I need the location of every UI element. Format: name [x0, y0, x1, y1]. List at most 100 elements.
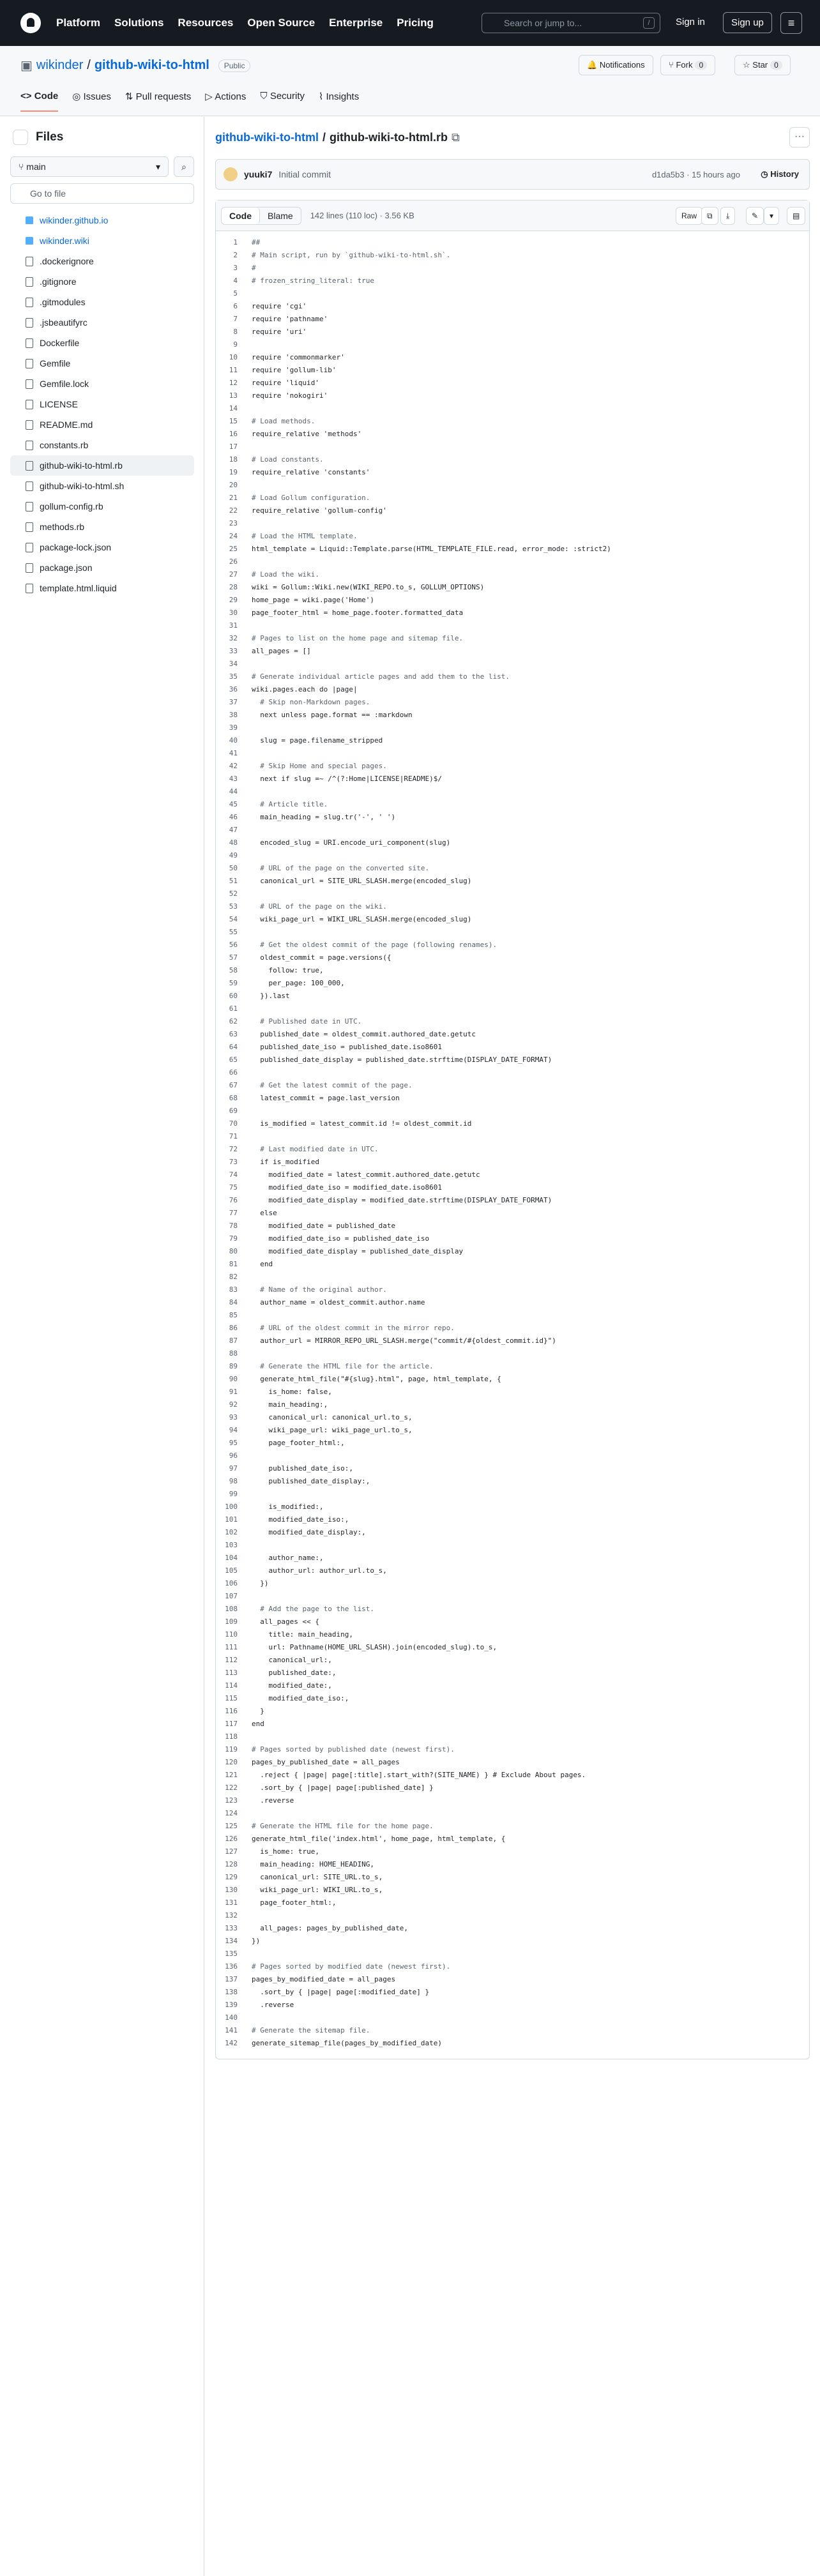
more-options-icon[interactable]: ···: [789, 127, 810, 148]
code-view-button[interactable]: Code: [222, 207, 260, 224]
line-number[interactable]: 33: [216, 645, 252, 658]
line-number[interactable]: 138: [216, 1986, 252, 1999]
line-number[interactable]: 113: [216, 1667, 252, 1679]
line-number[interactable]: 7: [216, 313, 252, 326]
sidebar-item[interactable]: template.html.liquid: [10, 578, 194, 598]
line-number[interactable]: 57: [216, 951, 252, 964]
sidebar-item[interactable]: package-lock.json: [10, 537, 194, 557]
line-number[interactable]: 58: [216, 964, 252, 977]
line-number[interactable]: 78: [216, 1220, 252, 1232]
line-number[interactable]: 106: [216, 1577, 252, 1590]
line-number[interactable]: 20: [216, 479, 252, 492]
line-number[interactable]: 35: [216, 671, 252, 683]
line-number[interactable]: 73: [216, 1156, 252, 1169]
line-number[interactable]: 139: [216, 1999, 252, 2012]
nav-pricing[interactable]: Pricing: [397, 17, 434, 29]
sidebar-item[interactable]: constants.rb: [10, 435, 194, 455]
sidebar-item[interactable]: .dockerignore: [10, 251, 194, 271]
line-number[interactable]: 134: [216, 1935, 252, 1948]
tab-pull-requests[interactable]: ⇅ Pull requests: [125, 91, 191, 112]
sidebar-item[interactable]: .gitmodules: [10, 292, 194, 312]
line-number[interactable]: 70: [216, 1118, 252, 1130]
line-number[interactable]: 49: [216, 849, 252, 862]
line-number[interactable]: 55: [216, 926, 252, 939]
line-number[interactable]: 53: [216, 900, 252, 913]
edit-icon[interactable]: ✎: [746, 207, 764, 225]
line-number[interactable]: 65: [216, 1054, 252, 1066]
sidebar-item[interactable]: github-wiki-to-html.sh: [10, 476, 194, 496]
repo-owner-link[interactable]: wikinder: [36, 58, 83, 73]
line-number[interactable]: 39: [216, 722, 252, 734]
line-number[interactable]: 136: [216, 1960, 252, 1973]
line-number[interactable]: 103: [216, 1539, 252, 1552]
line-number[interactable]: 120: [216, 1756, 252, 1769]
github-logo-icon[interactable]: [20, 13, 41, 33]
line-number[interactable]: 5: [216, 287, 252, 300]
line-number[interactable]: 128: [216, 1858, 252, 1871]
commit-sha[interactable]: d1da5b3 · 15 hours ago: [652, 170, 740, 179]
line-number[interactable]: 52: [216, 888, 252, 900]
menu-icon[interactable]: ≡: [780, 12, 802, 34]
blame-view-button[interactable]: Blame: [260, 208, 301, 224]
line-number[interactable]: 23: [216, 517, 252, 530]
line-number[interactable]: 32: [216, 632, 252, 645]
line-number[interactable]: 140: [216, 2012, 252, 2024]
line-number[interactable]: 102: [216, 1526, 252, 1539]
line-number[interactable]: 71: [216, 1130, 252, 1143]
line-number[interactable]: 12: [216, 377, 252, 390]
tab-insights[interactable]: ⌇ Insights: [319, 91, 359, 112]
commit-message[interactable]: Initial commit: [278, 169, 331, 179]
line-number[interactable]: 68: [216, 1092, 252, 1105]
line-number[interactable]: 16: [216, 428, 252, 441]
line-number[interactable]: 36: [216, 683, 252, 696]
line-number[interactable]: 34: [216, 658, 252, 671]
line-number[interactable]: 42: [216, 760, 252, 773]
line-number[interactable]: 89: [216, 1360, 252, 1373]
line-number[interactable]: 115: [216, 1692, 252, 1705]
history-button[interactable]: ◷ History: [761, 169, 799, 179]
nav-resources[interactable]: Resources: [178, 17, 233, 29]
notifications-button[interactable]: 🔔 Notifications: [579, 55, 653, 75]
nav-solutions[interactable]: Solutions: [114, 17, 163, 29]
line-number[interactable]: 19: [216, 466, 252, 479]
line-number[interactable]: 25: [216, 543, 252, 556]
line-number[interactable]: 93: [216, 1411, 252, 1424]
line-number[interactable]: 100: [216, 1501, 252, 1513]
line-number[interactable]: 10: [216, 351, 252, 364]
commit-author[interactable]: yuuki7: [244, 169, 272, 179]
line-number[interactable]: 127: [216, 1845, 252, 1858]
line-number[interactable]: 22: [216, 504, 252, 517]
tab-code[interactable]: <> Code: [20, 91, 59, 112]
nav-enterprise[interactable]: Enterprise: [329, 17, 383, 29]
line-number[interactable]: 109: [216, 1616, 252, 1628]
line-number[interactable]: 66: [216, 1066, 252, 1079]
sidebar-item[interactable]: Gemfile.lock: [10, 374, 194, 394]
line-number[interactable]: 29: [216, 594, 252, 607]
line-number[interactable]: 15: [216, 415, 252, 428]
sidebar-item[interactable]: .gitignore: [10, 271, 194, 292]
star-button[interactable]: ☆ Star 0: [734, 55, 791, 75]
line-number[interactable]: 2: [216, 249, 252, 262]
line-number[interactable]: 79: [216, 1232, 252, 1245]
sidebar-item[interactable]: methods.rb: [10, 517, 194, 537]
copy-path-icon[interactable]: ⧉: [452, 131, 460, 144]
line-number[interactable]: 121: [216, 1769, 252, 1782]
fork-button[interactable]: ⑂ Fork 0: [660, 55, 716, 75]
nav-open-source[interactable]: Open Source: [247, 17, 315, 29]
line-number[interactable]: 133: [216, 1922, 252, 1935]
line-number[interactable]: 76: [216, 1194, 252, 1207]
sidebar-item[interactable]: package.json: [10, 557, 194, 578]
line-number[interactable]: 40: [216, 734, 252, 747]
line-number[interactable]: 116: [216, 1705, 252, 1718]
line-number[interactable]: 82: [216, 1271, 252, 1284]
line-number[interactable]: 91: [216, 1386, 252, 1398]
sidebar-item[interactable]: README.md: [10, 414, 194, 435]
line-number[interactable]: 119: [216, 1743, 252, 1756]
sidebar-item[interactable]: wikinder.github.io: [10, 210, 194, 231]
repo-name-link[interactable]: github-wiki-to-html: [95, 58, 209, 73]
line-number[interactable]: 135: [216, 1948, 252, 1960]
sidebar-item[interactable]: gollum-config.rb: [10, 496, 194, 517]
line-number[interactable]: 117: [216, 1718, 252, 1731]
chevron-down-icon[interactable]: ▾: [764, 207, 780, 225]
line-number[interactable]: 56: [216, 939, 252, 951]
